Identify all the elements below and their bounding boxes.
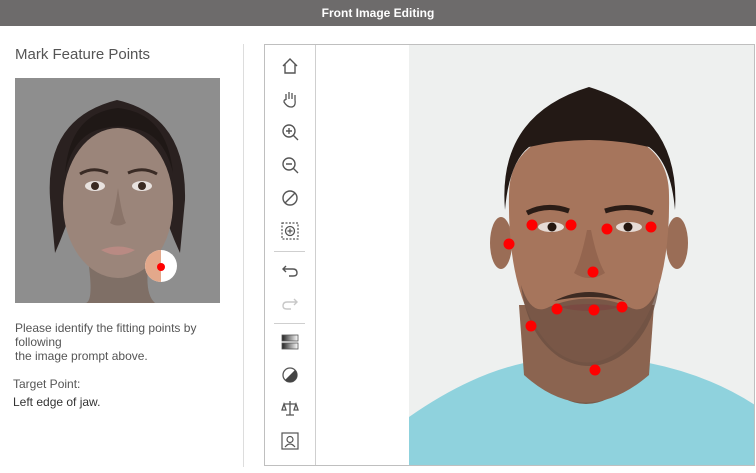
toolbar-separator — [274, 323, 305, 324]
window-title-bar: Front Image Editing — [0, 0, 756, 26]
feature-point[interactable] — [589, 364, 601, 376]
feature-point[interactable] — [588, 304, 600, 316]
undo-icon — [282, 265, 298, 277]
zoom-in-icon — [282, 124, 299, 141]
photo-canvas[interactable] — [409, 45, 754, 465]
feature-point[interactable] — [525, 320, 537, 332]
feature-point[interactable] — [503, 238, 515, 250]
feature-point[interactable] — [587, 266, 599, 278]
guidance-panel: Mark Feature Points Please identify the … — [0, 26, 243, 473]
reference-face-illustration — [15, 78, 220, 303]
feature-point[interactable] — [645, 221, 657, 233]
panel-divider — [243, 44, 244, 467]
feature-point[interactable] — [601, 223, 613, 235]
subject-photo — [409, 45, 754, 465]
contrast-button[interactable] — [277, 362, 303, 388]
zoom-in-button[interactable] — [277, 119, 303, 145]
gradient-icon — [281, 334, 299, 350]
feature-point[interactable] — [526, 219, 538, 231]
toolbar-separator — [274, 251, 305, 252]
home-icon — [282, 58, 298, 74]
target-point-value: Left edge of jaw. — [13, 395, 101, 409]
pan-button[interactable] — [277, 86, 303, 112]
balance-icon — [281, 401, 299, 416]
window-title: Front Image Editing — [321, 6, 435, 20]
panel-heading: Mark Feature Points — [15, 46, 151, 63]
redo-button — [277, 290, 303, 316]
feature-point[interactable] — [565, 219, 577, 231]
balance-button[interactable] — [277, 395, 303, 421]
home-button[interactable] — [277, 53, 303, 79]
undo-button[interactable] — [277, 257, 303, 283]
instruction-text: Please identify the fitting points by fo… — [15, 321, 197, 363]
image-editor — [264, 44, 755, 466]
reset-zoom-icon — [282, 190, 298, 206]
portrait-frame-button[interactable] — [277, 428, 303, 454]
portrait-frame-icon — [281, 432, 299, 450]
contrast-icon — [282, 367, 298, 383]
feature-point[interactable] — [616, 301, 628, 313]
redo-icon — [282, 298, 298, 310]
target-point-label: Target Point: — [13, 377, 81, 391]
reference-face-image — [15, 78, 220, 303]
target-indicator-dot — [157, 263, 165, 271]
fit-to-window-icon — [281, 222, 299, 240]
zoom-out-icon — [282, 157, 299, 174]
feature-point[interactable] — [551, 303, 563, 315]
zoom-out-button[interactable] — [277, 152, 303, 178]
reset-zoom-button[interactable] — [277, 185, 303, 211]
gradient-button[interactable] — [277, 329, 303, 355]
editor-toolbar — [265, 45, 316, 465]
fit-to-window-button[interactable] — [277, 218, 303, 244]
hand-pan-icon — [283, 92, 296, 108]
